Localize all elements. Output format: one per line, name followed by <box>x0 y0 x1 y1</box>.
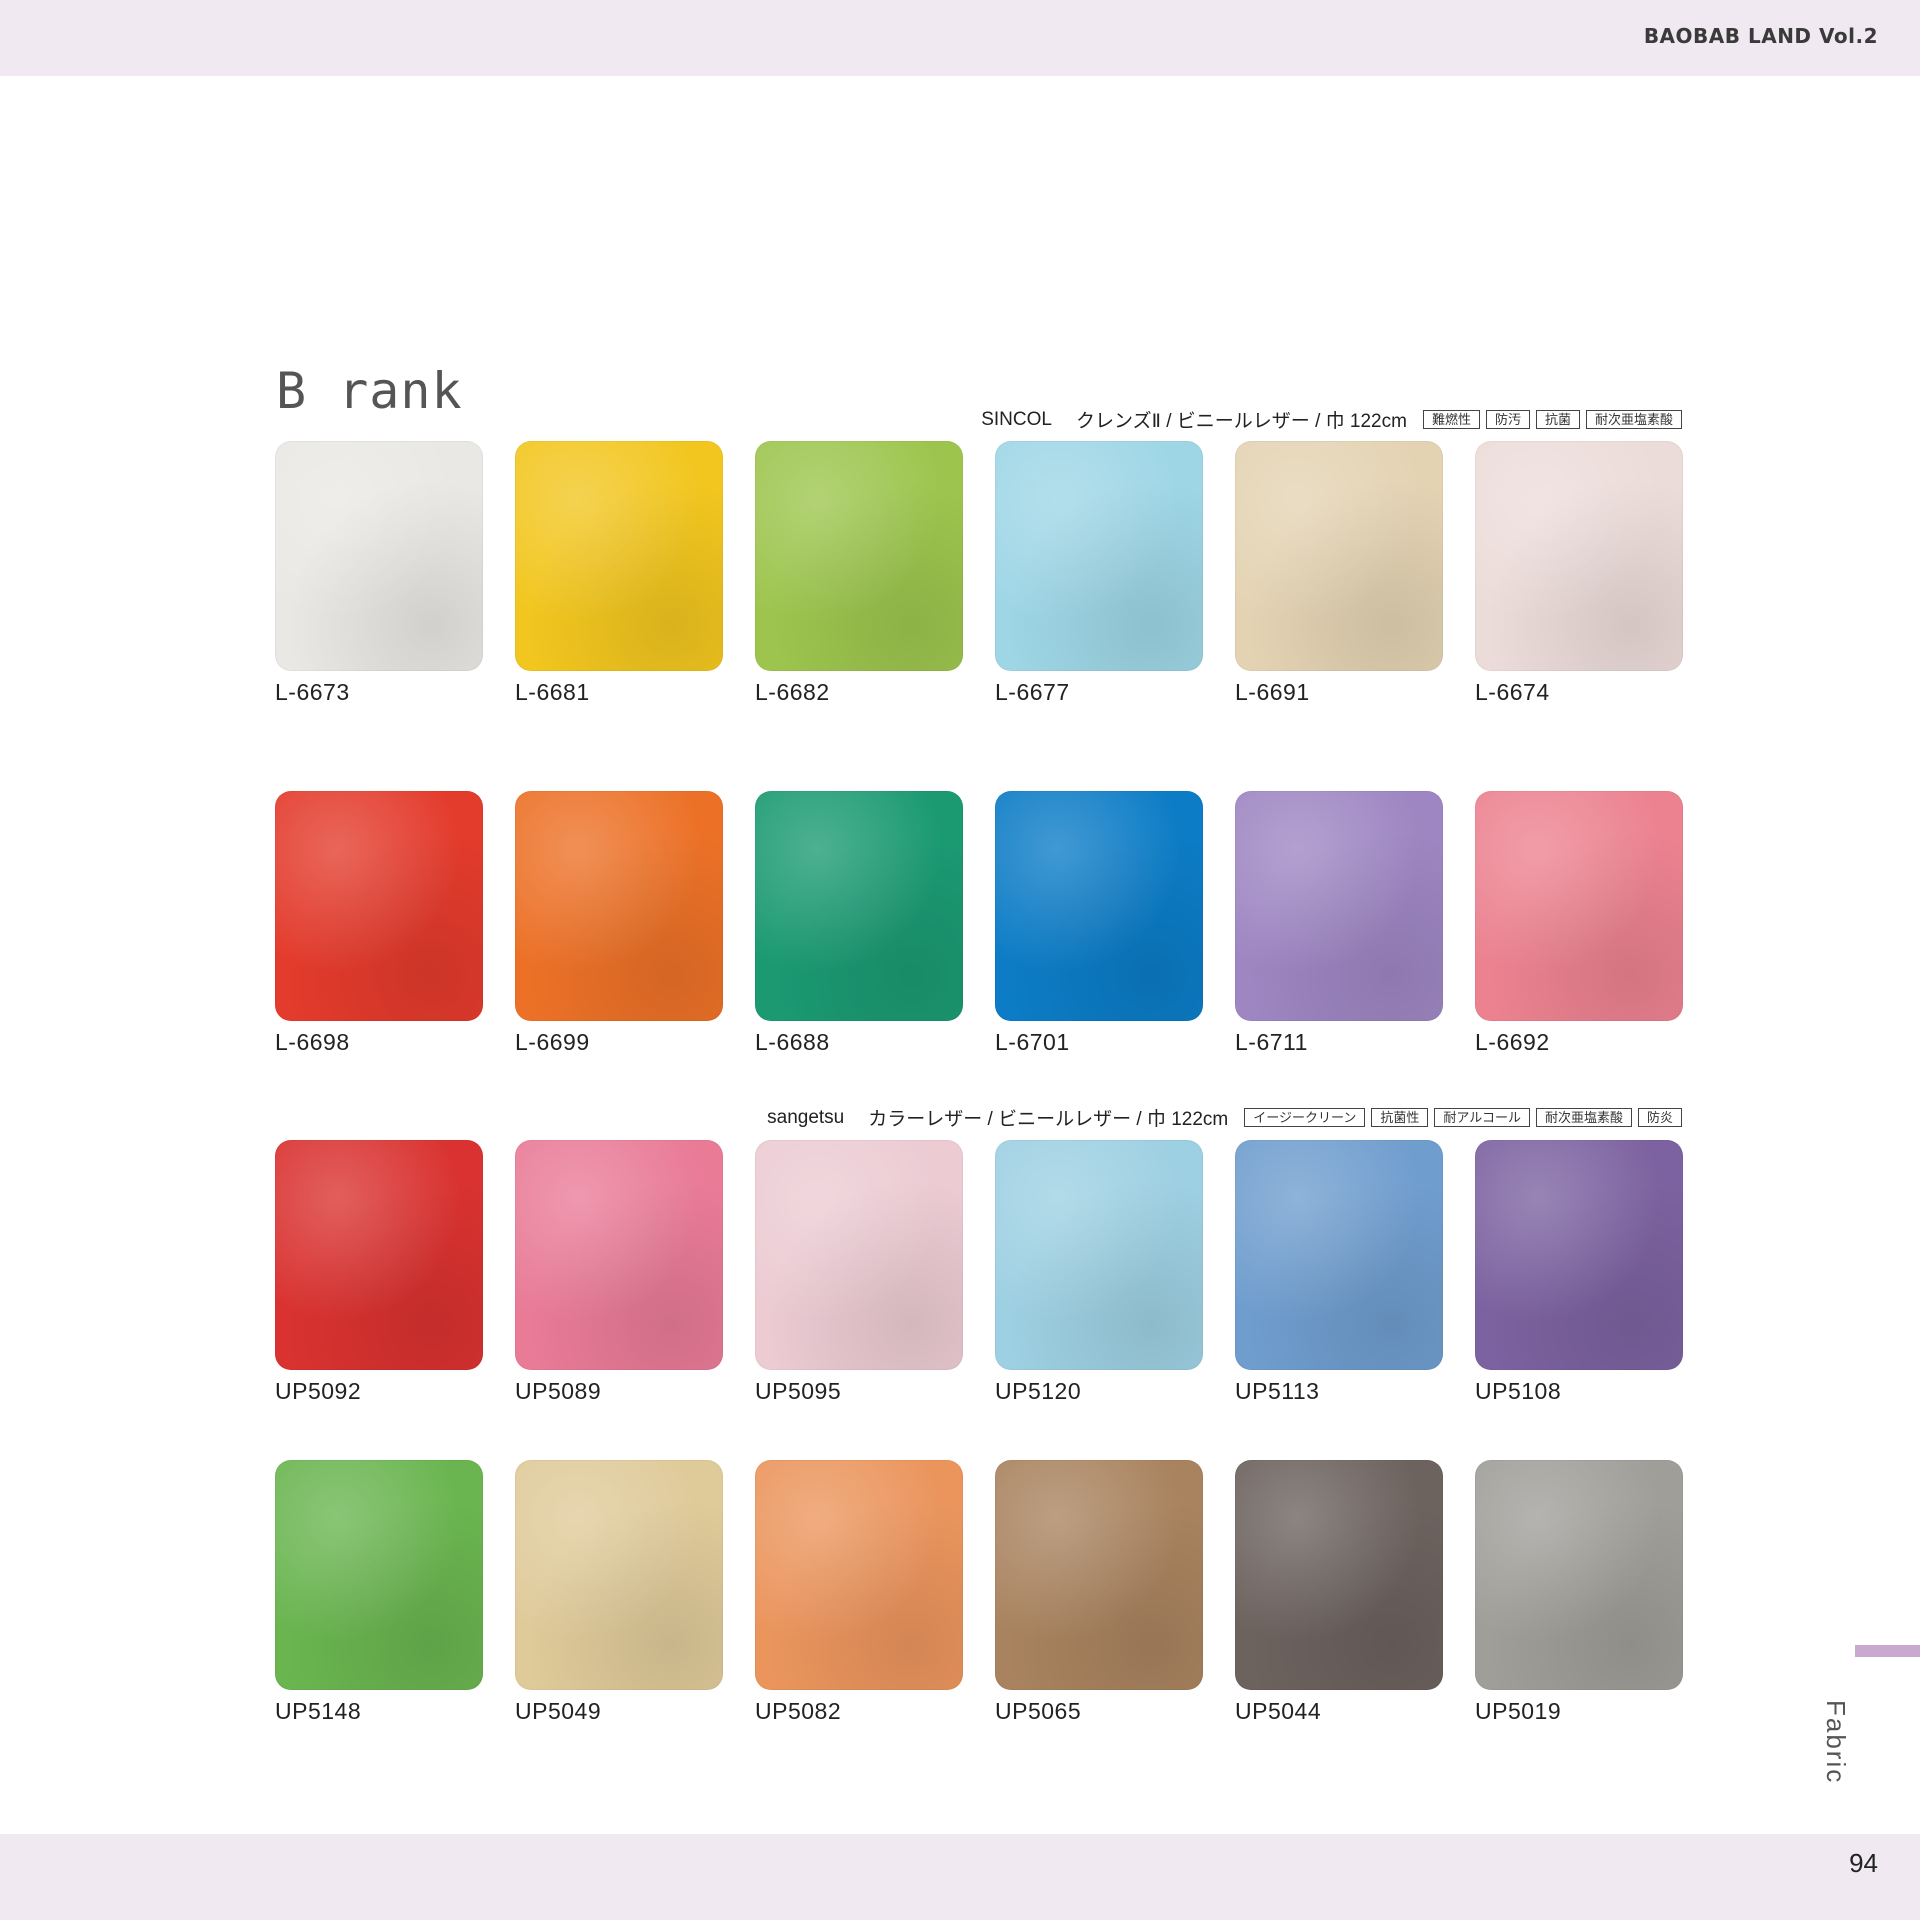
color-swatch[interactable] <box>1475 791 1683 1021</box>
color-swatch[interactable] <box>995 441 1203 671</box>
color-swatch[interactable] <box>1475 1460 1683 1690</box>
product-description: カラーレザー / ビニールレザー / 巾 122cm <box>868 1109 1229 1130</box>
footer-band <box>0 1834 1920 1920</box>
side-tab-marker <box>1855 1645 1920 1657</box>
swatch-code: L-6688 <box>755 1029 830 1055</box>
swatch-code: L-6699 <box>515 1029 590 1055</box>
feature-badge: 防汚 <box>1485 410 1530 429</box>
swatch-code: L-6701 <box>995 1029 1070 1055</box>
color-swatch[interactable] <box>755 1140 963 1370</box>
swatch-code: UP5082 <box>755 1698 842 1724</box>
swatch-code: L-6711 <box>1235 1029 1308 1055</box>
swatch-code: UP5095 <box>755 1378 842 1404</box>
feature-badge: 難燃性 <box>1422 410 1480 429</box>
product-line-sincol: SINCOL クレンズⅡ / ビニールレザー / 巾 122cm 難燃性 防汚 … <box>981 406 1682 433</box>
swatch-code: L-6681 <box>515 679 590 705</box>
swatch-code: L-6673 <box>275 679 350 705</box>
swatch-code: UP5065 <box>995 1698 1082 1724</box>
color-swatch[interactable] <box>275 1140 483 1370</box>
swatch-code: L-6691 <box>1235 679 1310 705</box>
feature-badge: イージークリーン <box>1244 1108 1366 1127</box>
product-line-sangetsu: sangetsu カラーレザー / ビニールレザー / 巾 122cm イージー… <box>767 1104 1682 1131</box>
swatch-code: UP5092 <box>275 1378 362 1404</box>
swatch-code: UP5044 <box>1235 1698 1322 1724</box>
page-title: B rank <box>276 362 463 420</box>
color-swatch[interactable] <box>275 791 483 1021</box>
color-swatch[interactable] <box>515 791 723 1021</box>
color-swatch[interactable] <box>1235 1460 1443 1690</box>
feature-badge: 耐次亜塩素酸 <box>1585 410 1682 429</box>
color-swatch[interactable] <box>755 791 963 1021</box>
swatch-code: L-6677 <box>995 679 1070 705</box>
feature-badge: 抗菌 <box>1535 410 1580 429</box>
color-swatch[interactable] <box>755 441 963 671</box>
color-swatch[interactable] <box>515 1140 723 1370</box>
color-swatch[interactable] <box>1475 1140 1683 1370</box>
feature-badge: 抗菌性 <box>1371 1108 1429 1127</box>
swatch-code: UP5120 <box>995 1378 1082 1404</box>
color-swatch[interactable] <box>995 1140 1203 1370</box>
swatch-code: L-6682 <box>755 679 830 705</box>
color-swatch[interactable] <box>995 1460 1203 1690</box>
color-swatch[interactable] <box>995 791 1203 1021</box>
feature-badge: 耐次亜塩素酸 <box>1535 1108 1632 1127</box>
swatch-code: L-6674 <box>1475 679 1550 705</box>
header-band <box>0 0 1920 76</box>
feature-badge: 防炎 <box>1637 1108 1682 1127</box>
color-swatch[interactable] <box>1235 791 1443 1021</box>
swatch-code: UP5148 <box>275 1698 362 1724</box>
catalog-brand: BAOBAB LAND Vol.2 <box>1643 24 1878 48</box>
product-description: クレンズⅡ / ビニールレザー / 巾 122cm <box>1075 411 1407 432</box>
color-swatch[interactable] <box>755 1460 963 1690</box>
swatch-code: L-6698 <box>275 1029 350 1055</box>
swatch-code: UP5113 <box>1235 1378 1320 1404</box>
swatch-code: L-6692 <box>1475 1029 1550 1055</box>
color-swatch[interactable] <box>1475 441 1683 671</box>
swatch-code: UP5108 <box>1475 1378 1562 1404</box>
page-number: 94 <box>1849 1848 1878 1878</box>
color-swatch[interactable] <box>1235 441 1443 671</box>
swatch-code: UP5019 <box>1475 1698 1562 1724</box>
swatch-code: UP5049 <box>515 1698 602 1724</box>
color-swatch[interactable] <box>515 1460 723 1690</box>
product-brand: sangetsu <box>767 1106 845 1128</box>
swatch-code: UP5089 <box>515 1378 602 1404</box>
product-brand: SINCOL <box>981 408 1052 430</box>
color-swatch[interactable] <box>515 441 723 671</box>
side-tab-label: Fabric <box>1821 1700 1851 1785</box>
color-swatch[interactable] <box>275 441 483 671</box>
color-swatch[interactable] <box>275 1460 483 1690</box>
color-swatch[interactable] <box>1235 1140 1443 1370</box>
feature-badge: 耐アルコール <box>1434 1108 1530 1127</box>
